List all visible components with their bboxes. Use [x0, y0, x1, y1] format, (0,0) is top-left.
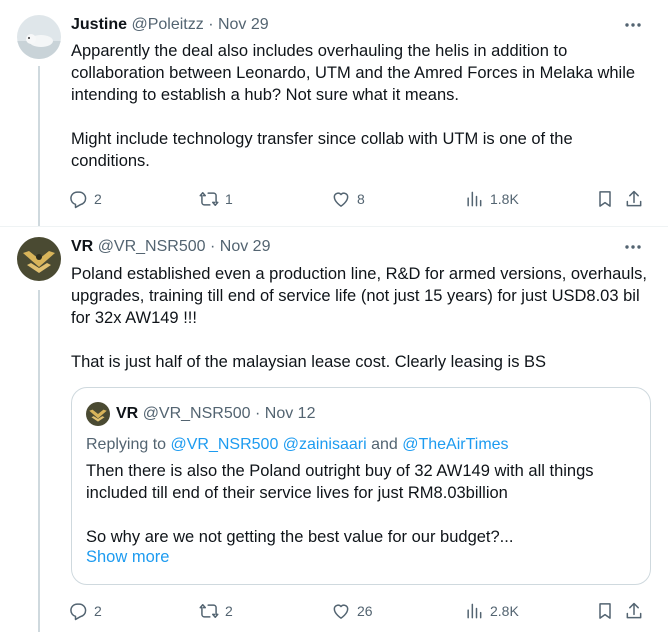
heart-icon [333, 192, 349, 207]
mention-link[interactable]: @TheAirTimes [402, 436, 508, 453]
share-icon [626, 602, 642, 619]
reply-icon [70, 603, 87, 621]
like-count: 8 [357, 191, 365, 207]
tweet-text: Apparently the deal also includes overha… [71, 40, 651, 172]
replying-to: Replying to @VR_NSR500 @zainisaari and @… [86, 434, 509, 456]
mention-link[interactable]: @VR_NSR500 @zainisaari [171, 436, 367, 453]
repost-icon [199, 192, 219, 206]
tweet-header: VR @VR_NSR500 · Nov 29 [71, 237, 270, 257]
repost-button[interactable]: 1 [199, 187, 233, 211]
tweet[interactable]: Justine @Poleitzz · Nov 29 Apparently th… [0, 0, 668, 227]
more-options-icon[interactable] [622, 15, 644, 35]
reply-count: 2 [94, 191, 102, 207]
avatar[interactable] [86, 402, 110, 426]
author-handle[interactable]: @VR_NSR500 [143, 405, 251, 422]
bookmark-icon [599, 603, 611, 619]
bookmark-button[interactable] [595, 599, 615, 623]
tweet[interactable]: VR @VR_NSR500 · Nov 29 Poland establishe… [0, 227, 668, 632]
tweet-paragraph: Might include technology transfer since … [71, 130, 573, 170]
replying-to-and: and [366, 436, 403, 453]
repost-button[interactable]: 2 [199, 599, 233, 623]
tweet-date[interactable]: Nov 12 [265, 405, 316, 422]
author-handle[interactable]: @VR_NSR500 [98, 238, 206, 255]
tweet-paragraph: That is just half of the malaysian lease… [71, 353, 547, 371]
tweet-paragraph: Then there is also the Poland outright b… [86, 462, 594, 502]
repost-count: 1 [225, 191, 233, 207]
separator-dot: · [254, 405, 261, 422]
bookmark-icon [599, 191, 611, 207]
more-options-icon[interactable] [622, 237, 644, 257]
tweet-actions: 2 2 26 2.8K [68, 599, 658, 623]
replying-to-prefix: Replying to [86, 436, 171, 453]
tweet-paragraph: Poland established even a production lin… [71, 265, 647, 327]
author-name[interactable]: Justine [71, 16, 127, 33]
like-button[interactable]: 8 [331, 187, 365, 211]
tweet-date[interactable]: Nov 29 [218, 16, 269, 33]
share-button[interactable] [624, 599, 644, 623]
reply-button[interactable]: 2 [68, 187, 102, 211]
view-count: 2.8K [490, 603, 519, 619]
views-button[interactable]: 2.8K [464, 599, 519, 623]
like-count: 26 [357, 603, 373, 619]
share-icon [626, 190, 642, 207]
tweet-text: Poland established even a production lin… [71, 263, 651, 373]
heart-icon [333, 604, 349, 619]
analytics-icon [467, 603, 482, 619]
avatar[interactable] [17, 15, 61, 59]
author-handle[interactable]: @Poleitzz [131, 16, 203, 33]
analytics-icon [467, 191, 482, 207]
author-name[interactable]: VR [71, 238, 93, 255]
quoted-tweet[interactable]: VR @VR_NSR500 · Nov 12 Replying to @VR_N… [71, 387, 651, 585]
separator-dot: · [209, 238, 216, 255]
repost-icon [199, 604, 219, 618]
tweet-paragraph: So why are we not getting the best value… [86, 528, 514, 546]
tweet-header: Justine @Poleitzz · Nov 29 [71, 15, 269, 35]
tweet-date[interactable]: Nov 29 [220, 238, 271, 255]
tweet-paragraph: Apparently the deal also includes overha… [71, 42, 636, 104]
bookmark-button[interactable] [595, 187, 615, 211]
view-count: 1.8K [490, 191, 519, 207]
views-button[interactable]: 1.8K [464, 187, 519, 211]
like-button[interactable]: 26 [331, 599, 373, 623]
reply-icon [70, 191, 87, 209]
repost-count: 2 [225, 603, 233, 619]
show-more-link[interactable]: Show more [86, 548, 169, 567]
tweet-actions: 2 1 8 1.8K [68, 187, 658, 211]
reply-button[interactable]: 2 [68, 599, 102, 623]
author-name[interactable]: VR [116, 405, 138, 422]
quoted-tweet-header: VR @VR_NSR500 · Nov 12 [116, 404, 315, 424]
share-button[interactable] [624, 187, 644, 211]
separator-dot: · [208, 16, 214, 33]
avatar[interactable] [17, 237, 61, 281]
reply-count: 2 [94, 603, 102, 619]
